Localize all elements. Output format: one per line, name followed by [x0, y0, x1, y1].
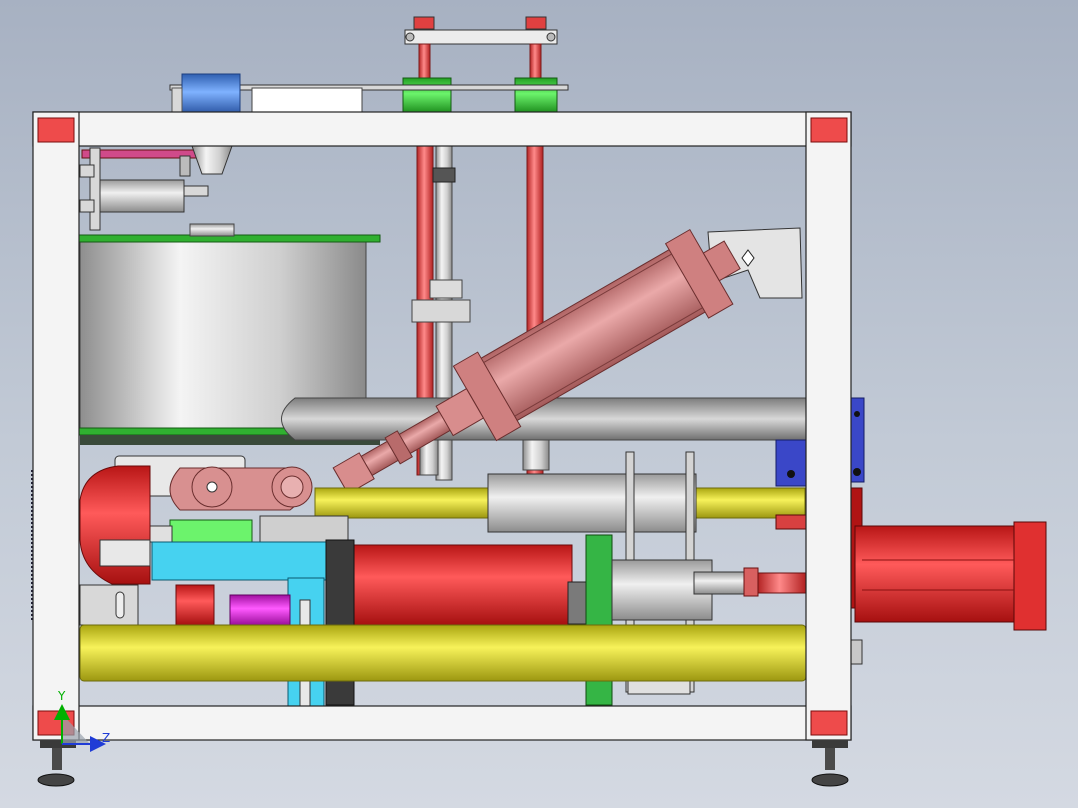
- z-axis-label: Z: [102, 731, 110, 745]
- cad-viewport[interactable]: Y Z: [0, 0, 1078, 808]
- left-red-gearbox: [79, 465, 151, 585]
- pneumatic-cylinder: [332, 227, 803, 495]
- y-axis-label: Y: [57, 689, 66, 703]
- magenta-rod: [79, 584, 291, 626]
- upper-left-actuator: [79, 145, 233, 231]
- lower-yellow-pipe: [79, 624, 807, 682]
- top-guide-assembly: [169, 16, 569, 115]
- cad-drawing: Y Z: [31, 16, 1047, 787]
- leveling-feet: [37, 740, 849, 787]
